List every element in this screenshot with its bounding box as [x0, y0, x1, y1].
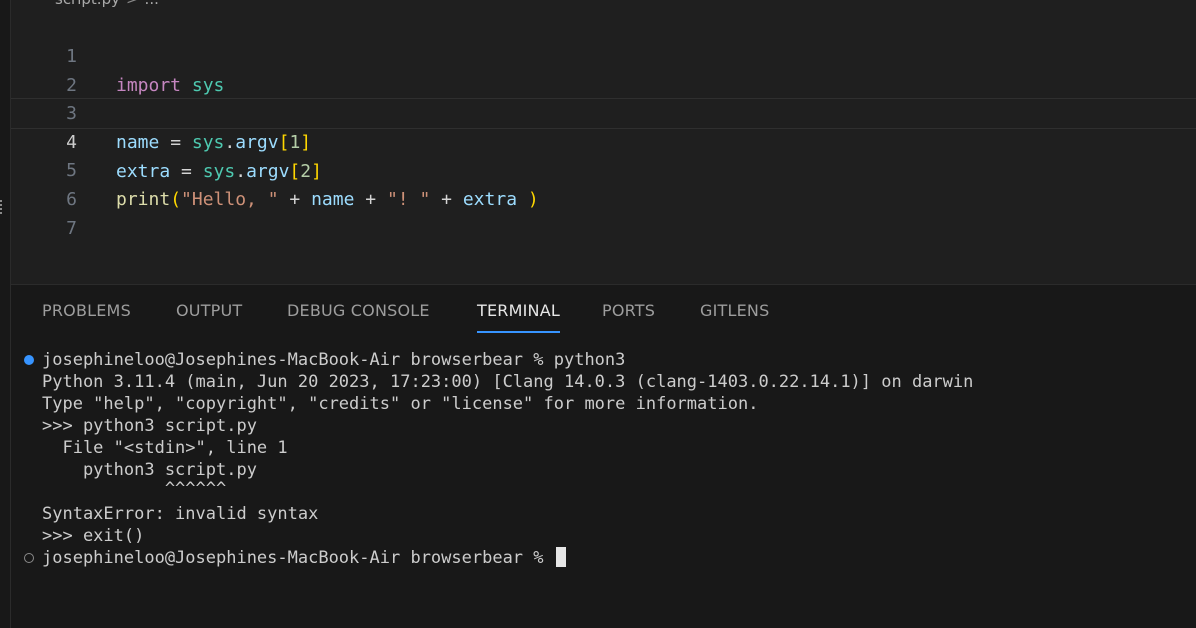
code-line-2[interactable]: 2: [11, 42, 1196, 96]
command-pending-dot-icon[interactable]: [24, 553, 34, 563]
tab-gitlens[interactable]: GITLENS: [700, 301, 769, 320]
terminal-line: >>> python3 script.py: [42, 416, 257, 436]
command-success-dot-icon[interactable]: [24, 355, 34, 365]
terminal-cursor: [555, 547, 566, 567]
breadcrumb-more[interactable]: ...: [145, 0, 159, 8]
terminal-prompt: josephineloo@Josephines-MacBook-Air brow…: [42, 548, 554, 568]
breadcrumb: script.py >...: [55, 0, 159, 8]
tab-debug-console[interactable]: DEBUG CONSOLE: [287, 301, 430, 320]
terminal-line: >>> exit(): [42, 526, 145, 546]
code-line-6[interactable]: 6: [11, 156, 1196, 210]
terminal-line: Python 3.11.4 (main, Jun 20 2023, 17:23:…: [42, 372, 974, 392]
tab-terminal[interactable]: TERMINAL: [477, 301, 560, 333]
code-line-3[interactable]: 3 name = sys.argv[1]: [11, 70, 1196, 153]
activity-bar-edge: [0, 0, 11, 628]
terminal-line: ^^^^^^: [42, 479, 227, 499]
breadcrumb-file[interactable]: script.py: [55, 0, 120, 8]
code-editor[interactable]: script.py >... 1 import sys 2 3 name = sy…: [11, 0, 1196, 283]
terminal-line: SyntaxError: invalid syntax: [42, 504, 319, 524]
tab-output[interactable]: OUTPUT: [176, 301, 242, 320]
code-line-5[interactable]: 5 print("Hello, " + name + "! " + extra …: [11, 127, 1196, 210]
breadcrumb-separator: >: [126, 0, 139, 8]
terminal-line: Type "help", "copyright", "credits" or "…: [42, 394, 759, 414]
terminal-output[interactable]: josephineloo@Josephines-MacBook-Air brow…: [11, 349, 1196, 628]
tab-ports[interactable]: PORTS: [602, 301, 655, 320]
panel-tab-bar: PROBLEMS OUTPUT DEBUG CONSOLE TERMINAL P…: [11, 285, 1196, 335]
bottom-panel: PROBLEMS OUTPUT DEBUG CONSOLE TERMINAL P…: [11, 284, 1196, 628]
code-line-1[interactable]: 1 import sys: [11, 13, 1196, 96]
line-number: 7: [66, 218, 77, 239]
terminal-prompt-line[interactable]: josephineloo@Josephines-MacBook-Air brow…: [42, 547, 566, 569]
terminal-line: josephineloo@Josephines-MacBook-Air brow…: [42, 350, 626, 370]
terminal-line: File "<stdin>", line 1: [42, 438, 288, 458]
tab-problems[interactable]: PROBLEMS: [42, 301, 131, 320]
code-line-4[interactable]: 4 extra = sys.argv[2]: [11, 98, 1196, 182]
code-line-7[interactable]: 7: [11, 185, 1196, 239]
resize-grip-icon[interactable]: [0, 200, 6, 214]
